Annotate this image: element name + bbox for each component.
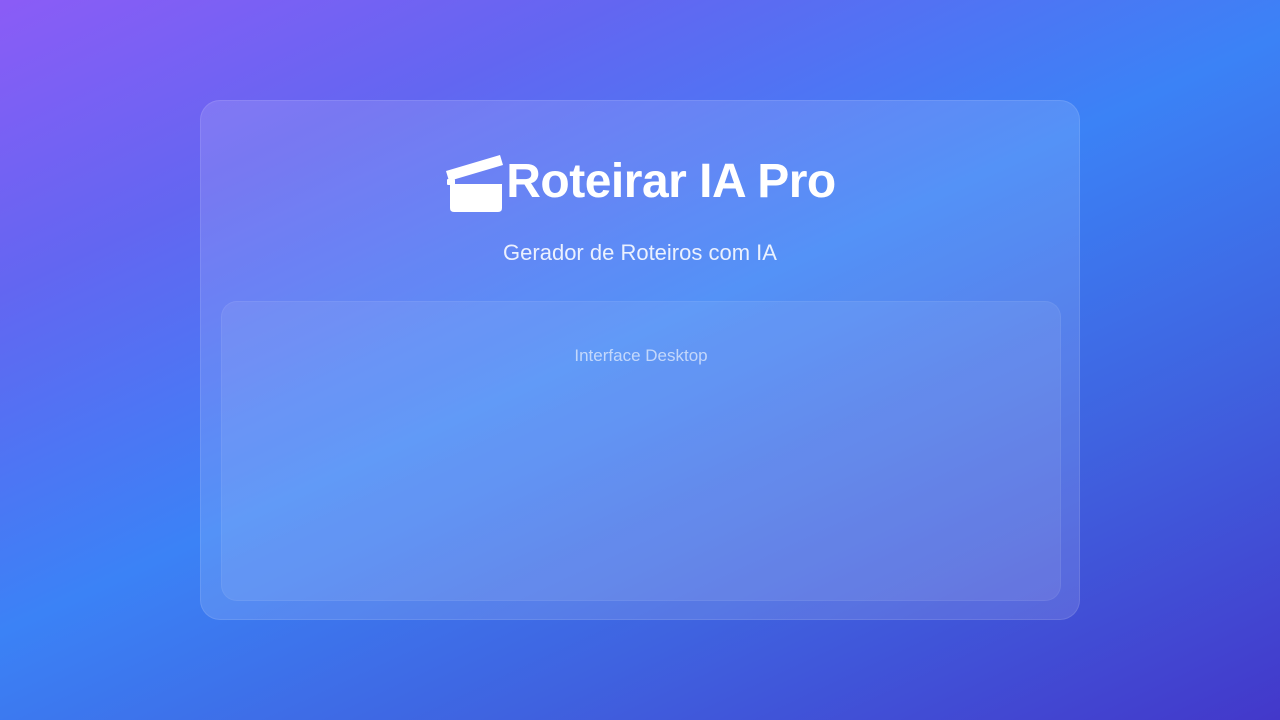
app-header: Roteirar IA Pro — [201, 151, 1079, 213]
app-card: Roteirar IA Pro Gerador de Roteiros com … — [200, 100, 1080, 620]
clapperboard-icon — [444, 151, 504, 213]
app-title: Roteirar IA Pro — [506, 155, 836, 208]
panel-label: Interface Desktop — [574, 346, 708, 365]
desktop-interface-panel: Interface Desktop — [221, 301, 1061, 601]
app-subtitle: Gerador de Roteiros com IA — [503, 240, 777, 265]
